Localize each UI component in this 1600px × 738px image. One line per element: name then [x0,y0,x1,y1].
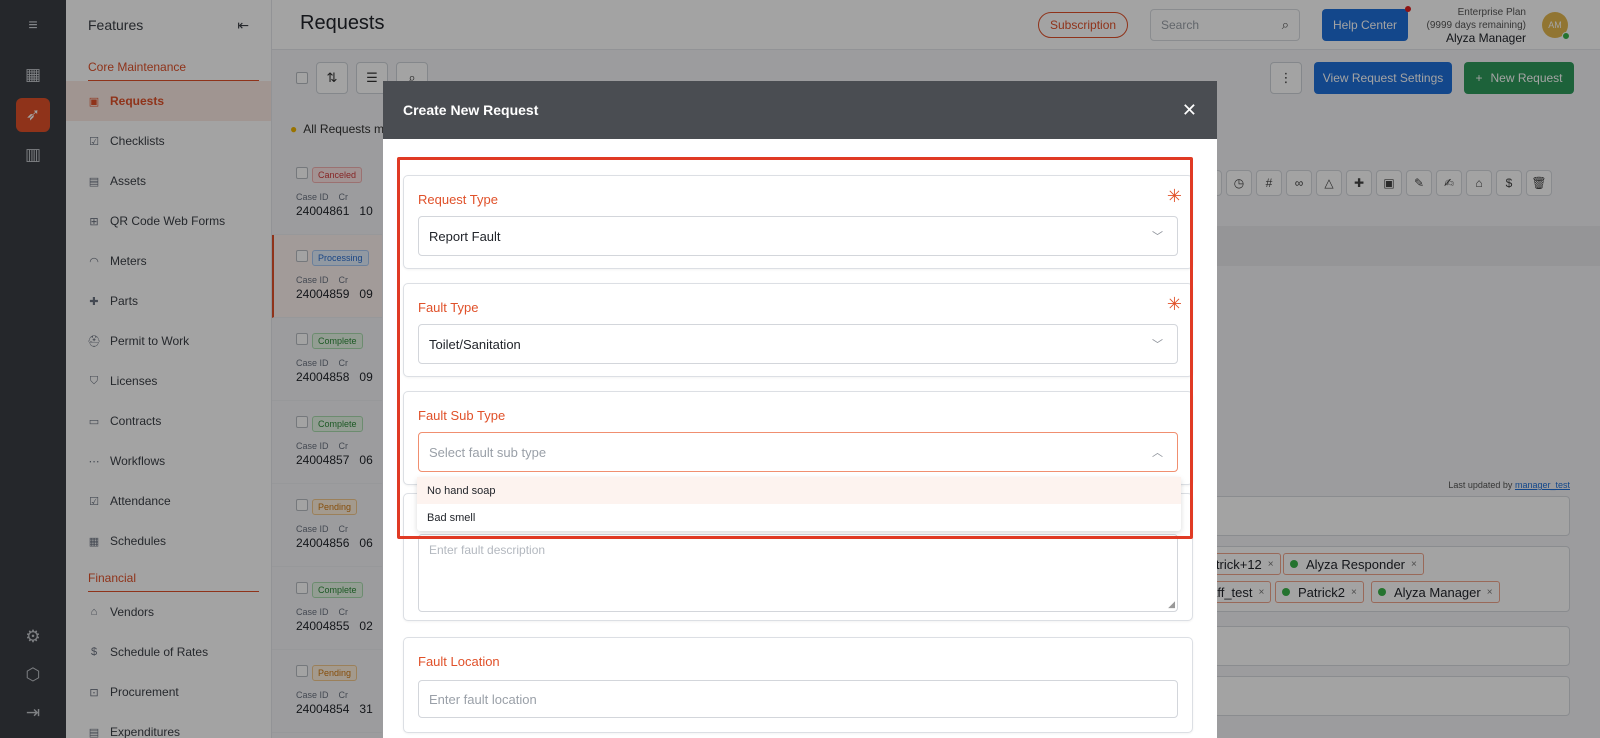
request-type-label: Request Type [418,192,498,207]
modal-title: Create New Request [403,102,539,118]
request-type-card: Request Type ✳ Report Fault ﹀ [403,175,1193,269]
fault-description-placeholder: Enter fault description [429,543,546,557]
chevron-down-icon: ﹀ [1152,339,1163,351]
fault-sub-type-label: Fault Sub Type [418,408,506,423]
request-type-value: Report Fault [429,228,501,244]
required-icon: ✳ [1166,294,1182,314]
chevron-down-icon: ﹀ [1152,231,1163,243]
fault-sub-type-placeholder: Select fault sub type [429,444,547,460]
dropdown-option[interactable]: No hand soap [417,477,1181,504]
dropdown-option[interactable]: Bad smell [417,504,1181,531]
required-icon: ✳ [1166,186,1182,206]
fault-type-label: Fault Type [418,300,479,315]
modal-header: Create New Request ✕ [383,81,1217,139]
fault-type-select[interactable]: Toilet/Sanitation ﹀ [418,324,1178,364]
fault-location-input[interactable]: Enter fault location [418,680,1178,718]
fault-type-card: Fault Type ✳ Toilet/Sanitation ﹀ [403,283,1193,377]
chevron-up-icon: ︿ [1152,447,1163,459]
fault-sub-type-card: Fault Sub Type Select fault sub type ︿ [403,391,1193,485]
fault-sub-type-select[interactable]: Select fault sub type ︿ [418,432,1178,472]
resize-handle-icon[interactable]: ◢ [1168,599,1175,610]
fault-location-card: Fault Location Enter fault location [403,637,1193,733]
fault-sub-type-dropdown: No hand soap Bad smell [417,477,1181,531]
fault-description-textarea[interactable]: Enter fault description ◢ [418,534,1178,612]
create-request-modal: Create New Request ✕ Request Type ✳ Repo… [383,81,1217,738]
request-type-select[interactable]: Report Fault ﹀ [418,216,1178,256]
fault-type-value: Toilet/Sanitation [429,336,521,352]
fault-location-label: Fault Location [418,654,500,669]
close-icon[interactable]: ✕ [1182,100,1197,121]
fault-location-placeholder: Enter fault location [429,691,537,707]
